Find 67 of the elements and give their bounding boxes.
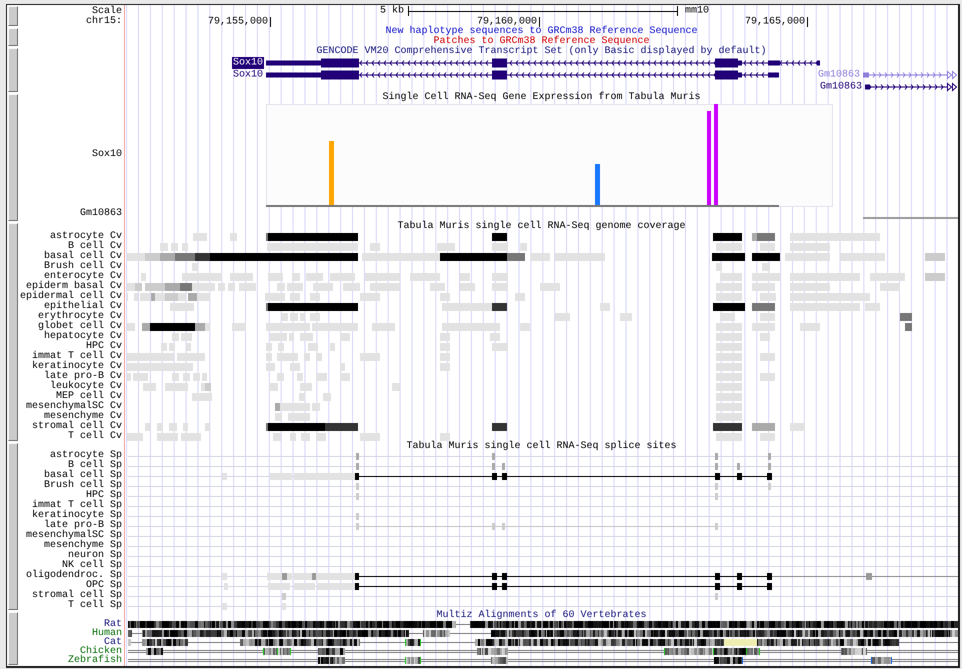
track-label: chr15:: [86, 17, 122, 27]
assembly-label: mm10: [685, 6, 710, 16]
track-title: Tabula Muris single cell RNA-Seq genome coverage: [397, 222, 686, 232]
track-label: keratinocyte Cv: [32, 362, 122, 372]
track-label: mesenchyme Sp: [44, 541, 122, 551]
track-label: T cell Sp: [68, 601, 122, 611]
track-label: B cell Cv: [68, 242, 122, 252]
track-label: epithelial Cv: [44, 302, 122, 312]
track-label: epiderm basal Cv: [26, 282, 122, 292]
track-title: GENCODE VM20 Comprehensive Transcript Set (only Basic displayed by default): [316, 47, 767, 57]
track-label: basal cell Cv: [44, 252, 122, 262]
track-label: B cell Sp: [68, 461, 122, 471]
track-label: Brush cell Sp: [44, 481, 122, 491]
species-label: Human: [92, 629, 122, 638]
track-title: Tabula Muris single cell RNA-Seq splice sites: [406, 442, 677, 451]
expression-bar: [329, 141, 334, 206]
track-label: erythrocyte Cv: [38, 312, 122, 322]
track-label: astrocyte Cv: [50, 232, 122, 242]
track-label: HPC Cv: [86, 342, 122, 352]
species-label: Rat: [104, 620, 122, 629]
track-label: leukocyte Cv: [50, 382, 122, 392]
track-label: globet cell Cv: [38, 322, 122, 332]
track-label: immat T cell Sp: [32, 501, 122, 511]
track-label: MEP cell Cv: [56, 392, 122, 402]
track-label: mesenchymalSC Cv: [26, 402, 122, 412]
track-label: oligodendroc. Sp: [26, 571, 122, 581]
species-label: Chicken: [80, 647, 122, 656]
track-label: epidermal cell Cv: [20, 292, 122, 302]
track-label: astrocyte Sp: [50, 451, 122, 461]
track-label: enterocyte Cv: [44, 272, 122, 282]
species-label: Cat: [104, 638, 122, 647]
scale-bar-label: 5 kb: [380, 6, 404, 16]
track-label: stromal cell Cv: [32, 422, 122, 432]
ruler-tick: [539, 16, 540, 28]
track-label: T cell Cv: [68, 432, 122, 442]
ruler-tick: [807, 16, 808, 28]
track-title: Patches to GRCm38 Reference Sequence: [433, 37, 650, 47]
track-label: immat T cell Cv: [32, 352, 122, 362]
track-title: Multiz Alignments of 60 Vertebrates: [436, 611, 647, 620]
species-label: Zebrafish: [68, 656, 122, 665]
track-label: basal cell Sp: [44, 471, 122, 481]
track-label: Scale: [92, 7, 122, 17]
position-label: 79,165,000: [744, 16, 805, 28]
gene-label: Sox10: [232, 70, 263, 80]
expression-bar: [595, 164, 600, 206]
track-label: keratinocyte Sp: [32, 511, 122, 521]
gene-label: Gm10863: [80, 209, 122, 219]
track-label: HPC Sp: [86, 491, 122, 501]
ruler-tick: [270, 16, 271, 28]
track-label: mesenchymalSC Sp: [26, 531, 122, 541]
gene-label: Sox10: [232, 57, 264, 69]
track-label: mesenchyme Cv: [44, 412, 122, 422]
gene-label: Gm10863: [820, 82, 862, 92]
track-label: stromal cell Sp: [32, 591, 122, 601]
track-title: New haplotype sequences to GRCm38 Reference Sequence: [385, 27, 698, 37]
position-label: 79,155,000: [208, 16, 268, 28]
track-label: late pro-B Sp: [44, 521, 122, 531]
track-label: hepatocyte Cv: [44, 332, 122, 342]
gene-label: Gm10863: [818, 70, 860, 80]
track-label: neuron Sp: [68, 551, 122, 561]
gene-label: Sox10: [92, 150, 122, 160]
track-title: Single Cell RNA-Seq Gene Expression from Tabula Muris: [382, 93, 701, 103]
track-label: NK cell Sp: [62, 561, 122, 571]
track-label: Brush cell Cv: [44, 262, 122, 272]
position-label: 79,160,000: [476, 16, 537, 28]
track-label: late pro-B Cv: [44, 372, 122, 382]
track-label: OPC Sp: [86, 581, 122, 591]
